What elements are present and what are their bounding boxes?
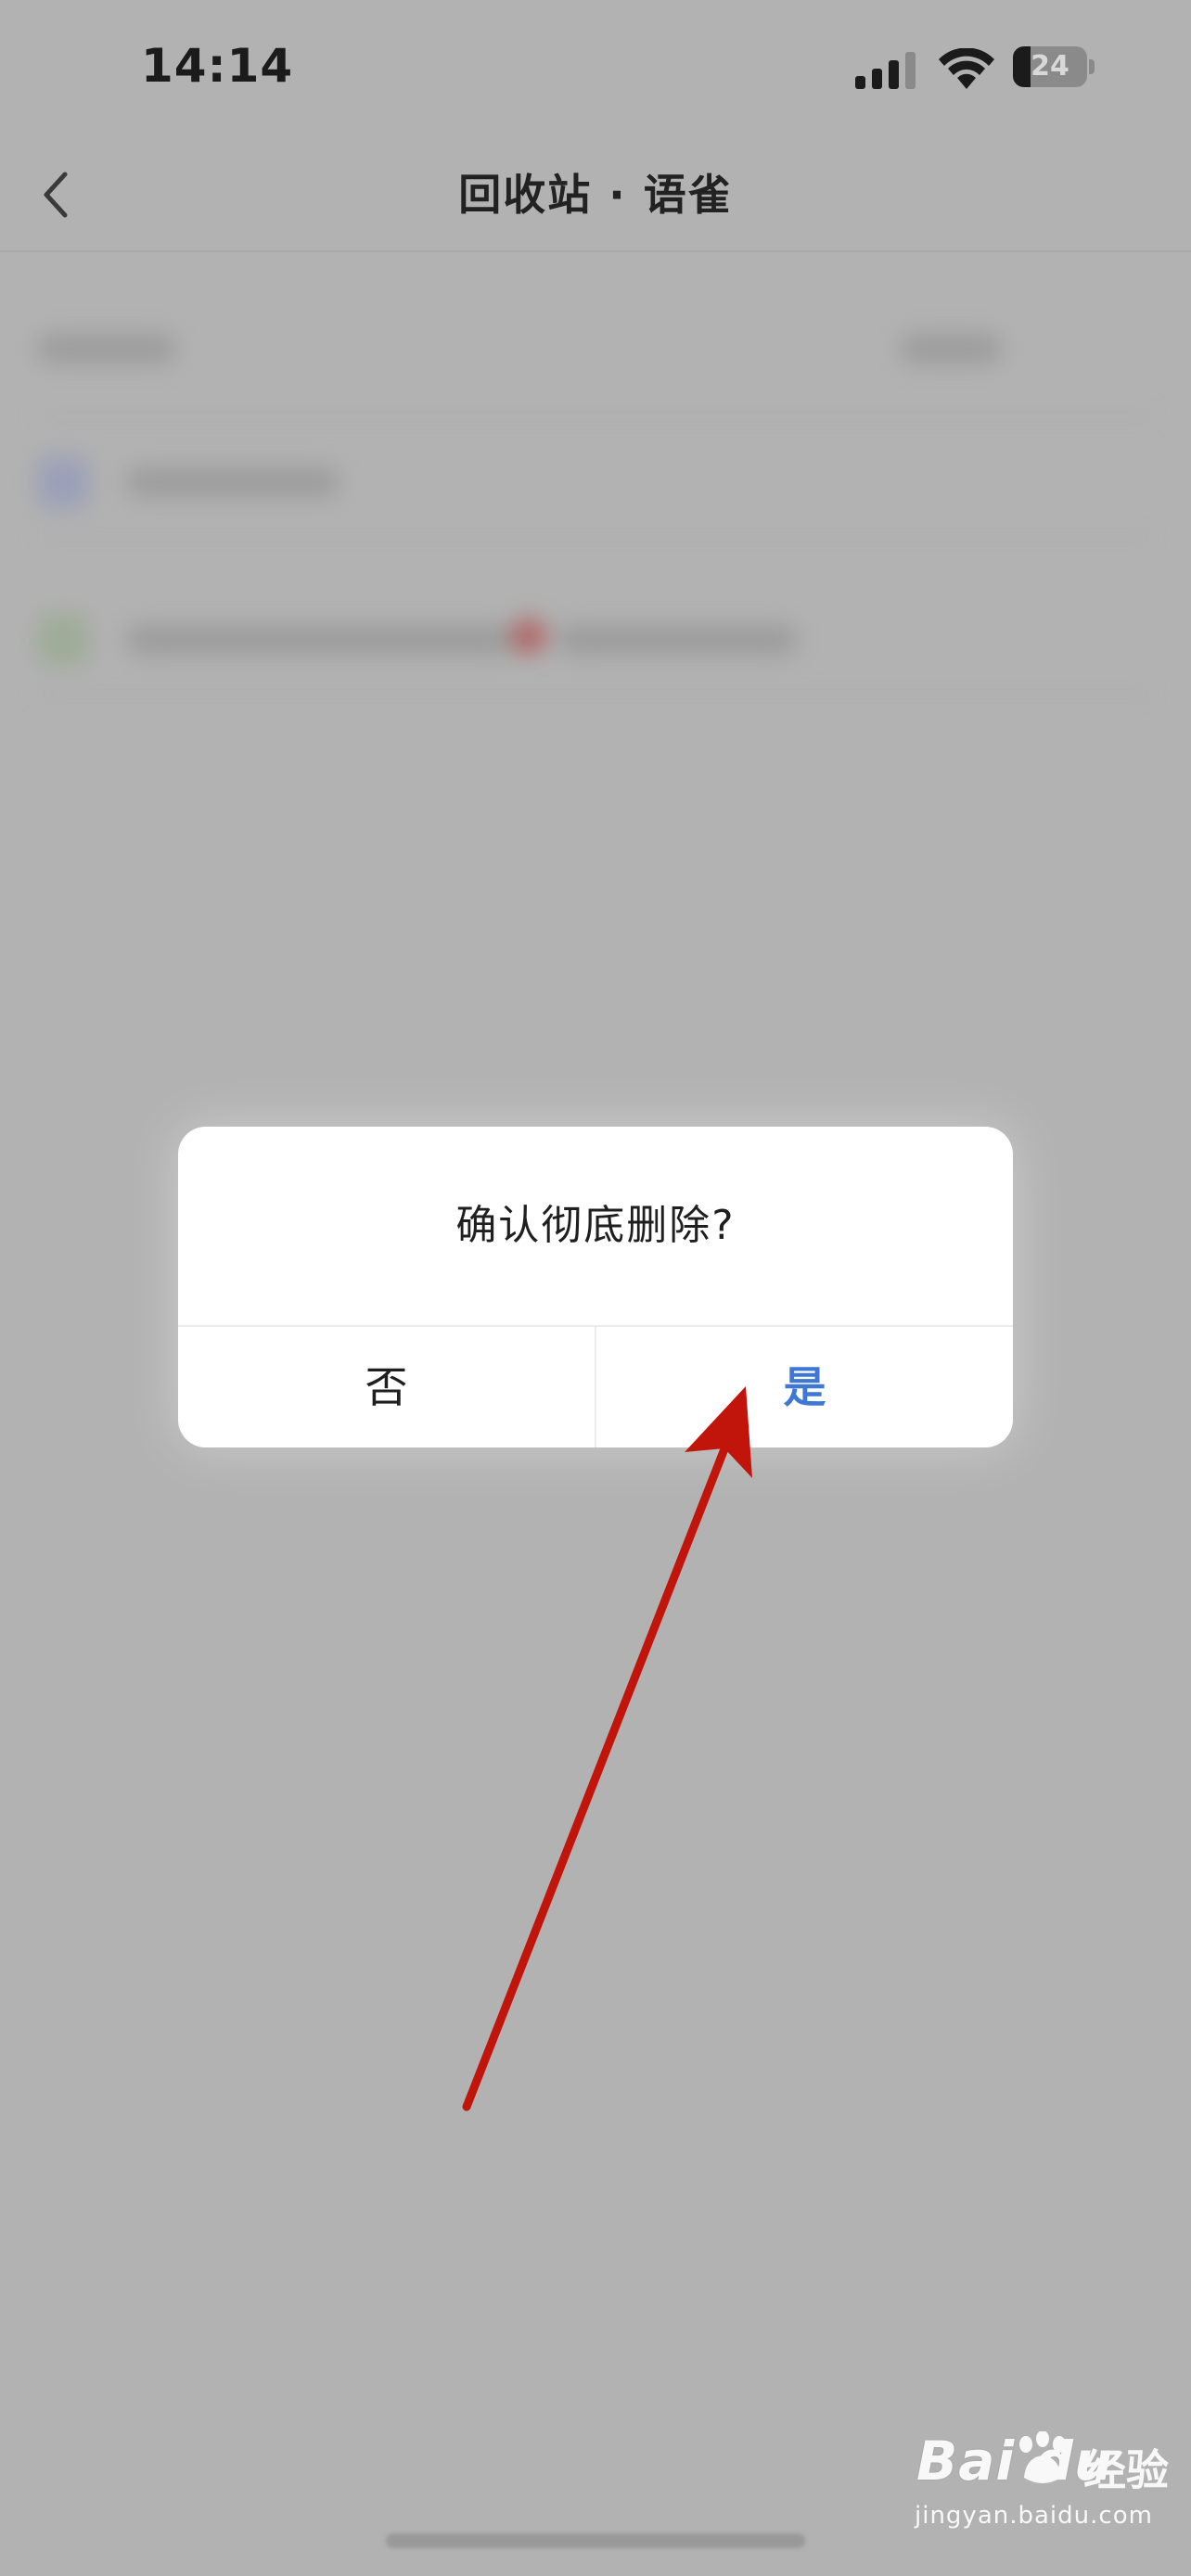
cancel-button[interactable]: 否	[178, 1327, 595, 1447]
battery-body: 24	[1013, 46, 1087, 87]
battery-icon: 24	[1013, 46, 1095, 87]
paw-icon	[1019, 2431, 1066, 2483]
blurred-bar	[557, 625, 798, 655]
wifi-icon	[939, 48, 994, 89]
watermark-url: jingyan.baidu.com	[915, 2502, 1153, 2530]
status-time: 14:14	[141, 39, 294, 93]
cellular-signal-icon	[855, 52, 916, 89]
screen: 14:14 24 回收站 · 语雀 确认彻底删除? 否 是 Bai du 经验 …	[0, 0, 1191, 2576]
blurred-background-list	[0, 269, 1191, 844]
list-item-blurred	[37, 427, 1154, 538]
blurred-emoji	[510, 618, 547, 655]
page-title: 回收站 · 语雀	[458, 170, 733, 220]
watermark-name: 经验	[1083, 2445, 1169, 2495]
home-indicator	[386, 2533, 805, 2548]
battery-level: 24	[1031, 50, 1069, 83]
blurred-divider	[37, 536, 1154, 538]
status-bar: 14:14 24	[0, 0, 1191, 139]
blurred-divider	[37, 415, 1154, 417]
battery-cap	[1089, 59, 1095, 74]
blurred-divider	[37, 694, 1154, 695]
blurred-bar	[900, 334, 1002, 363]
blurred-bar	[37, 334, 176, 363]
blurred-bar	[126, 625, 516, 655]
list-header-blurred	[37, 306, 1154, 417]
blurred-doc-icon	[37, 456, 89, 508]
confirm-button[interactable]: 是	[596, 1327, 1013, 1447]
watermark: Bai du 经验 jingyan.baidu.com	[909, 2429, 1178, 2550]
blurred-doc-icon	[37, 614, 89, 666]
nav-bar: 回收站 · 语雀	[0, 139, 1191, 252]
blurred-bar	[126, 467, 339, 497]
list-item-blurred	[37, 584, 1154, 695]
confirm-delete-dialog: 确认彻底删除? 否 是	[178, 1127, 1013, 1447]
dialog-message: 确认彻底删除?	[455, 1202, 736, 1249]
